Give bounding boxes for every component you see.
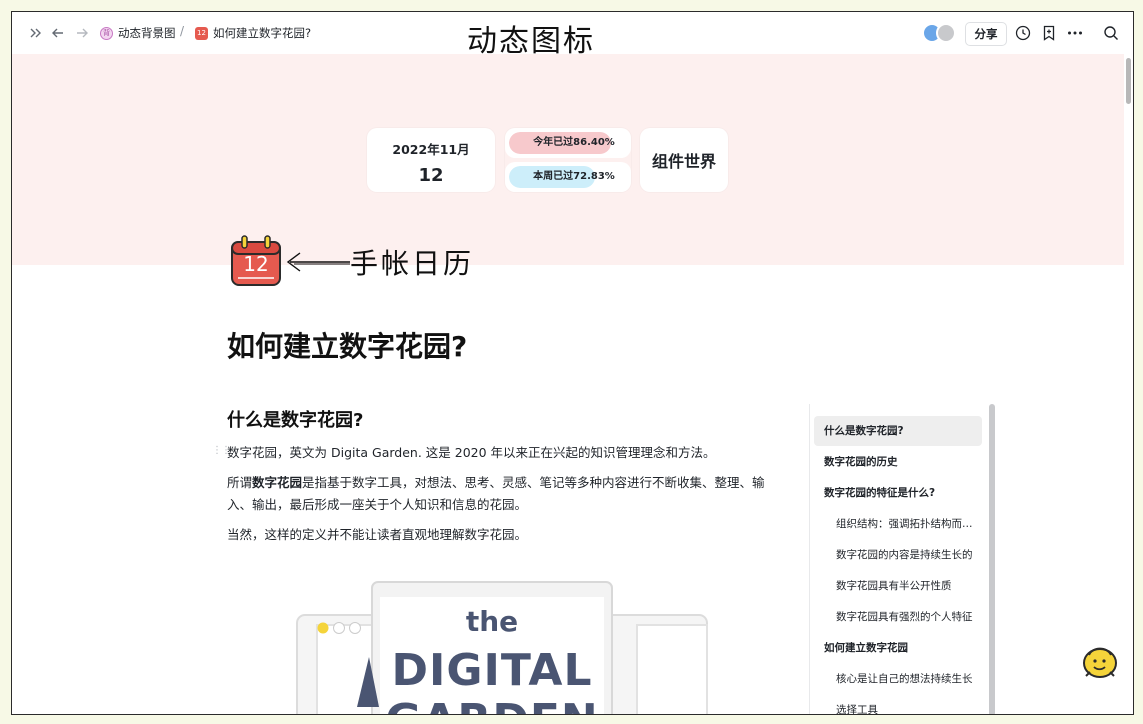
drag-handle-icon[interactable]: ⋮⋮ [212, 446, 231, 460]
toc-scrollbar[interactable] [989, 404, 995, 714]
week-progress: 本周已过72.83% [505, 162, 631, 192]
breadcrumb-current-label: 如何建立数字花园? [213, 26, 312, 40]
bookmark-add-icon[interactable] [1040, 24, 1058, 42]
progress-widget: 今年已过86.40% 本周已过72.83% [505, 128, 631, 192]
collaborator-avatars[interactable] [922, 23, 962, 43]
breadcrumb-current[interactable]: 12 如何建立数字花园? [195, 24, 311, 42]
breadcrumb-parent-label: 动态背景图 [118, 26, 176, 40]
purple-page-icon: 背 [100, 26, 113, 40]
toc-item[interactable]: 核心是让自己的想法持续生长 [814, 664, 982, 694]
expand-sidebar-icon[interactable] [26, 23, 46, 43]
year-progress-label: 今年已过86.40% [533, 137, 615, 148]
toc-item[interactable]: 数字花园具有半公开性质 [814, 571, 982, 601]
back-arrow-icon[interactable] [48, 23, 68, 43]
table-of-contents: 什么是数字花园? 数字花园的历史 数字花园的特征是什么? 组织结构：强调拓扑结构而非时… [809, 404, 999, 714]
toc-item[interactable]: 如何建立数字花园 [814, 633, 982, 663]
page-scrollbar[interactable] [1123, 54, 1133, 714]
assistant-mascot-icon[interactable] [1080, 642, 1120, 682]
calendar-icon: 12 [195, 26, 208, 40]
toc-item[interactable]: 组织结构：强调拓扑结构而非时间顺序 [814, 509, 982, 539]
toc-item[interactable]: 数字花园的特征是什么? [814, 478, 982, 508]
toc-item[interactable]: 数字花园具有强烈的个人特征 [814, 602, 982, 632]
page-title[interactable]: 如何建立数字花园? [227, 325, 467, 365]
date-widget: 2022年11月 12 [367, 128, 495, 192]
section-heading[interactable]: 什么是数字花园? [227, 406, 363, 432]
hero-digital: DIGITAL [391, 645, 593, 696]
search-icon[interactable] [1102, 24, 1120, 42]
toc-item[interactable]: 选择工具 [814, 695, 982, 714]
breadcrumb-parent[interactable]: 背 动态背景图 [100, 24, 176, 42]
year-progress: 今年已过86.40% [505, 128, 631, 158]
page-scrollbar-thumb[interactable] [1126, 58, 1131, 104]
paragraph-2-rest: 是指基于数字工具，对想法、思考、灵感、笔记等多种内容进行不断收集、整理、输入、输… [227, 475, 765, 512]
share-button[interactable]: 分享 [965, 22, 1007, 46]
annotation-label: 手帐日历 [350, 247, 475, 280]
arrow-left-icon [286, 252, 350, 272]
app-window: 背 动态背景图 / 12 如何建立数字花园? 动态图标 分享 2022年11月 [11, 11, 1134, 715]
toc-item[interactable]: 数字花园的历史 [814, 447, 982, 477]
toc-item[interactable]: 数字花园的内容是持续生长的 [814, 540, 982, 570]
paragraph-1[interactable]: 数字花园，英文为 Digita Garden. 这是 2020 年以来正在兴起的… [227, 442, 782, 464]
widget-world-card[interactable]: 组件世界 [640, 128, 728, 192]
breadcrumb-separator: / [180, 24, 185, 38]
top-bar: 背 动态背景图 / 12 如何建立数字花园? 动态图标 分享 [12, 12, 1133, 59]
week-progress-label: 本周已过72.83% [533, 171, 615, 182]
cover-background: 2022年11月 12 今年已过86.40% 本周已过72.83% 组件世界 [12, 54, 1124, 265]
toc-item[interactable]: 什么是数字花园? [814, 416, 982, 446]
paragraph-3[interactable]: 当然，这样的定义并不能让读者直观地理解数字花园。 [227, 524, 782, 546]
digital-garden-image[interactable]: the DIGITAL GARDEN [257, 557, 727, 714]
history-clock-icon[interactable] [1014, 24, 1032, 42]
hero-garden: GARDEN [257, 695, 727, 714]
paragraph-2-bold: 数字花园 [252, 475, 303, 490]
date-year-month: 2022年11月 [392, 142, 470, 157]
date-day: 12 [418, 165, 444, 186]
annotation: 手帐日历 [284, 244, 504, 280]
paragraph-2-prefix: 所谓 [227, 475, 253, 490]
avatar [936, 23, 956, 43]
hero-the: the [465, 605, 519, 638]
forward-arrow-icon[interactable] [72, 23, 92, 43]
more-options-icon[interactable] [1066, 24, 1084, 42]
page-calendar-icon[interactable]: 12 [230, 234, 282, 288]
paragraph-2[interactable]: 所谓数字花园是指基于数字工具，对想法、思考、灵感、笔记等多种内容进行不断收集、整… [227, 472, 782, 516]
page-calendar-day: 12 [243, 252, 269, 276]
